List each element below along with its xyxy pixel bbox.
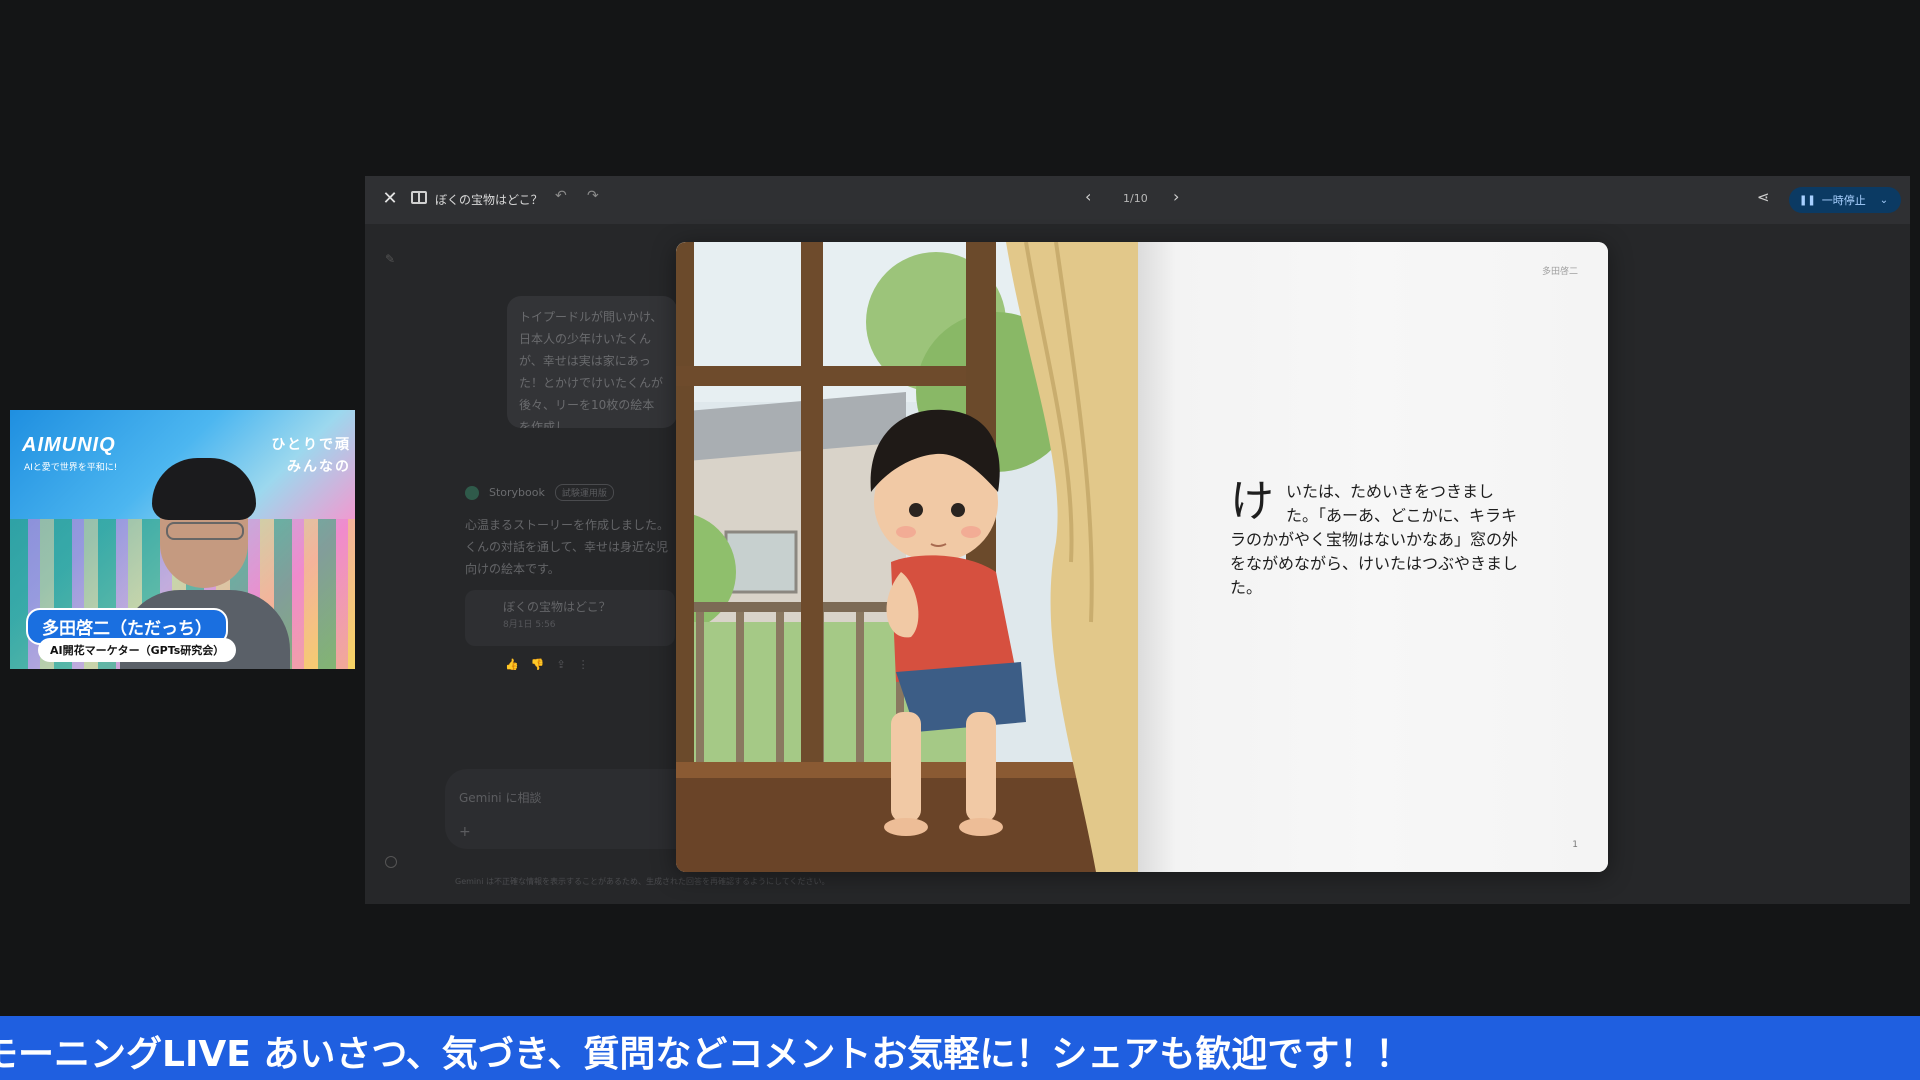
- chevron-down-icon[interactable]: ⌄: [1880, 195, 1888, 206]
- undo-icon[interactable]: ↶: [555, 188, 567, 204]
- response-actions[interactable]: 👍👎⇪⋮: [505, 658, 601, 671]
- edit-icon[interactable]: ✎: [385, 252, 395, 266]
- banner-tagline-1: ひとりで頑: [271, 437, 351, 453]
- chevron-left-icon[interactable]: ‹: [1085, 187, 1091, 206]
- story-text: け いたは、ためいきをつきました。「あーあ、どこかに、キラキラのかがやく宝物はな…: [1230, 480, 1520, 600]
- book-icon: [411, 191, 427, 204]
- chat-input-box[interactable]: [445, 769, 705, 849]
- drop-cap: け: [1230, 476, 1274, 527]
- illustration-svg: [676, 242, 1138, 872]
- storybook-card-date: 8月1日 5:56: [503, 620, 556, 630]
- model-response: 心温まるストーリーを作成しました。くんの対話を通して、幸せは身近な児向けの絵本で…: [465, 518, 670, 576]
- storybook-header: Storybook 試験運用版: [465, 484, 614, 501]
- webcam-overlay: AIMUNIQ AIと愛で世界を平和に! ひとりで頑 みんなの 多田啓二（ただっ…: [10, 410, 355, 669]
- page-author: 多田啓二: [1541, 267, 1578, 277]
- storybook-card[interactable]: ぼくの宝物はどこ？ 8月1日 5:56: [465, 590, 675, 646]
- experimental-chip: 試験運用版: [554, 484, 614, 501]
- page-number: 1: [1572, 840, 1578, 850]
- presenter-title: AI開花マーケター（GPTs研究会）: [38, 638, 237, 662]
- viewer-toolbar: ✕ ぼくの宝物はどこ？ ↶ ↷ ‹ 1/10 › ⋖ ❚❚ 一時停止 ⌄: [365, 176, 1910, 224]
- stream-ticker: モーニングLIVE あいさつ、気づき、質問などコメントお気軽に！シェアも歓迎です…: [0, 1016, 1920, 1080]
- pause-icon: ❚❚: [1799, 194, 1816, 206]
- chat-input-placeholder: Gemini に相談: [459, 791, 542, 805]
- page-indicator: 1/10: [1123, 192, 1148, 205]
- storybook-icon: [465, 485, 479, 500]
- share-icon[interactable]: ⋖: [1757, 188, 1770, 206]
- pause-label: 一時停止: [1821, 194, 1866, 207]
- storybook-spread: 多田啓二 け いたは、ためいきをつきました。「あーあ、どこかに、キラキラのかがや…: [676, 242, 1608, 872]
- user-message: トイプードルが問いかけ、日本人の少年けいたくんが、幸せは実は家にあった！とかけで…: [507, 296, 677, 428]
- disclaimer-text: Gemini は不正確な情報を表示することがあるため、生成された回答を再確認する…: [455, 877, 830, 886]
- story-page: 多田啓二 け いたは、ためいきをつきました。「あーあ、どこかに、キラキラのかがや…: [1138, 242, 1608, 872]
- banner-tagline-2: みんなの: [287, 459, 351, 475]
- brand-subtitle: AIと愛で世界を平和に!: [24, 463, 118, 473]
- chevron-right-icon[interactable]: ›: [1173, 187, 1179, 206]
- document-title: ぼくの宝物はどこ？: [435, 193, 543, 207]
- pause-button[interactable]: ❚❚ 一時停止 ⌄: [1789, 187, 1901, 213]
- ticker-text: モーニングLIVE あいさつ、気づき、質問などコメントお気軽に！シェアも歓迎です…: [0, 1034, 1412, 1075]
- storybook-label: Storybook: [489, 486, 545, 499]
- storybook-card-title: ぼくの宝物はどこ？: [503, 600, 611, 614]
- storybook-window: ✎ トイプードルが問いかけ、日本人の少年けいたくんが、幸せは実は家にあった！とか…: [365, 176, 1910, 904]
- brand-logo: AIMUNIQ: [22, 434, 116, 456]
- redo-icon[interactable]: ↷: [587, 188, 599, 204]
- close-icon[interactable]: ✕: [379, 188, 401, 210]
- add-icon[interactable]: +: [459, 824, 471, 840]
- story-illustration: [676, 242, 1138, 872]
- settings-icon[interactable]: [385, 856, 397, 868]
